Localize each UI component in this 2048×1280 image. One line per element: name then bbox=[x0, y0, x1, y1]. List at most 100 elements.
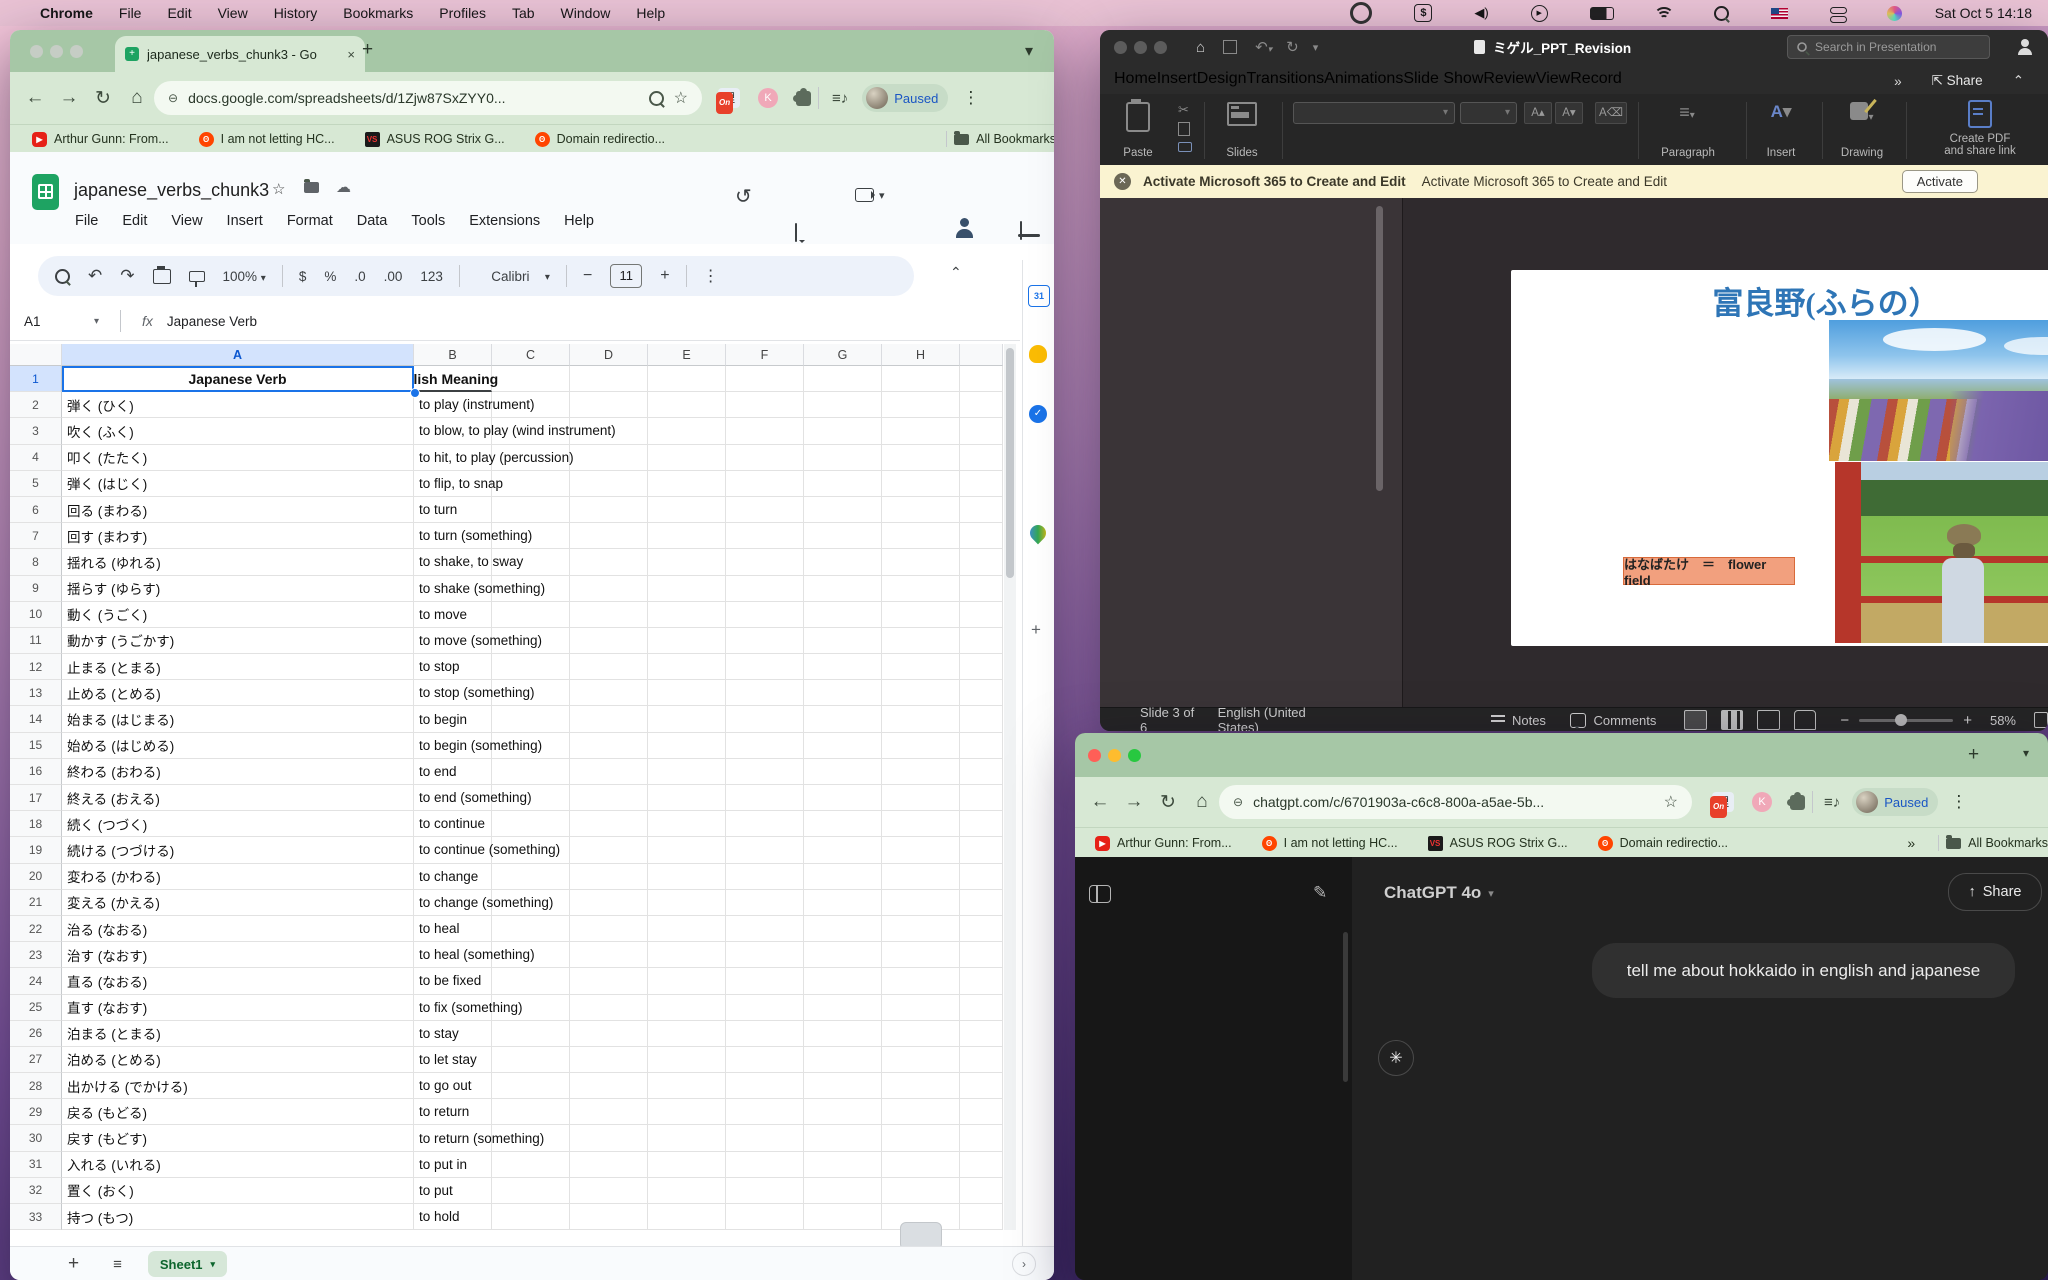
row-header-7[interactable]: 7 bbox=[10, 523, 62, 549]
cell-D18[interactable] bbox=[570, 811, 648, 837]
cell-G32[interactable] bbox=[804, 1178, 882, 1204]
format-currency-button[interactable]: $ bbox=[299, 269, 307, 284]
cell-A22[interactable]: 治る (なおる) bbox=[62, 916, 414, 942]
cell-E20[interactable] bbox=[648, 864, 726, 890]
maps-icon[interactable] bbox=[1027, 522, 1050, 545]
cell-H21[interactable] bbox=[882, 890, 960, 916]
menubar-item-help[interactable]: Help bbox=[636, 5, 665, 21]
cell-partial-16[interactable] bbox=[960, 759, 1003, 785]
fill-handle[interactable] bbox=[410, 388, 420, 398]
cell-H31[interactable] bbox=[882, 1152, 960, 1178]
menubar-item-window[interactable]: Window bbox=[561, 5, 611, 21]
sheet-tab-sheet1[interactable]: Sheet1▾ bbox=[148, 1251, 227, 1277]
ribbon-tab-slide-show[interactable]: Slide Show bbox=[1403, 70, 1483, 88]
cell-partial-12[interactable] bbox=[960, 654, 1003, 680]
cell-B14[interactable]: to begin bbox=[414, 706, 492, 732]
cell-G9[interactable] bbox=[804, 576, 882, 602]
cell-B23[interactable]: to heal (something) bbox=[414, 942, 492, 968]
cell-B3[interactable]: to blow, to play (wind instrument) bbox=[414, 418, 492, 444]
ribbon-tab-transitions[interactable]: Transitions bbox=[1247, 70, 1325, 88]
cell-G28[interactable] bbox=[804, 1073, 882, 1099]
cell-D20[interactable] bbox=[570, 864, 648, 890]
fit-to-window-icon[interactable] bbox=[2034, 712, 2048, 728]
cell-A12[interactable]: 止まる (とまる) bbox=[62, 654, 414, 680]
cell-F33[interactable] bbox=[726, 1204, 804, 1230]
hide-side-panel-chevron[interactable]: › bbox=[1012, 1252, 1036, 1276]
cell-A25[interactable]: 直す (なおす) bbox=[62, 995, 414, 1021]
cell-E13[interactable] bbox=[648, 680, 726, 706]
language-status[interactable]: English (United States) bbox=[1218, 705, 1332, 731]
browser-menu-icon[interactable]: ⋮ bbox=[962, 88, 979, 108]
row-header-20[interactable]: 20 bbox=[10, 864, 62, 890]
forward-button[interactable]: → bbox=[1117, 791, 1151, 813]
menu-extensions[interactable]: Extensions bbox=[460, 210, 549, 232]
tasks-icon[interactable]: ✓ bbox=[1029, 405, 1047, 423]
cell-E31[interactable] bbox=[648, 1152, 726, 1178]
zoom-window-button[interactable] bbox=[70, 45, 83, 58]
zoom-page-icon[interactable] bbox=[649, 91, 664, 106]
row-header-33[interactable]: 33 bbox=[10, 1204, 62, 1230]
cell-D30[interactable] bbox=[570, 1125, 648, 1151]
cell-G3[interactable] bbox=[804, 418, 882, 444]
cell-C20[interactable] bbox=[492, 864, 570, 890]
cell-B30[interactable]: to return (something) bbox=[414, 1125, 492, 1151]
zoom-percent[interactable]: 58% bbox=[1990, 713, 2016, 728]
cell-A15[interactable]: 始める (はじめる) bbox=[62, 733, 414, 759]
tab-close-icon[interactable]: × bbox=[347, 47, 355, 62]
cell-A3[interactable]: 吹く (ふく) bbox=[62, 418, 414, 444]
cell-A4[interactable]: 叩く (たたく) bbox=[62, 445, 414, 471]
cell-H8[interactable] bbox=[882, 549, 960, 575]
cell-E3[interactable] bbox=[648, 418, 726, 444]
cell-F7[interactable] bbox=[726, 523, 804, 549]
cell-A18[interactable]: 続く (つづく) bbox=[62, 811, 414, 837]
cell-C6[interactable] bbox=[492, 497, 570, 523]
comments-icon[interactable] bbox=[795, 223, 797, 242]
cell-A9[interactable]: 揺らす (ゆらす) bbox=[62, 576, 414, 602]
cell-G31[interactable] bbox=[804, 1152, 882, 1178]
cell-E2[interactable] bbox=[648, 392, 726, 418]
toolbar-search-icon[interactable] bbox=[55, 269, 70, 284]
row-header-10[interactable]: 10 bbox=[10, 602, 62, 628]
cell-H25[interactable] bbox=[882, 995, 960, 1021]
print-icon[interactable] bbox=[153, 269, 171, 284]
row-header-31[interactable]: 31 bbox=[10, 1152, 62, 1178]
row-header-5[interactable]: 5 bbox=[10, 471, 62, 497]
cell-A33[interactable]: 持つ (もつ) bbox=[62, 1204, 414, 1230]
cell-G23[interactable] bbox=[804, 942, 882, 968]
cell-B16[interactable]: to end bbox=[414, 759, 492, 785]
cell-B28[interactable]: to go out bbox=[414, 1073, 492, 1099]
cell-H14[interactable] bbox=[882, 706, 960, 732]
cell-D12[interactable] bbox=[570, 654, 648, 680]
extensions-puzzle-icon[interactable] bbox=[1790, 795, 1805, 810]
cell-C26[interactable] bbox=[492, 1021, 570, 1047]
cell-E33[interactable] bbox=[648, 1204, 726, 1230]
cell-F19[interactable] bbox=[726, 837, 804, 863]
cell-G1[interactable] bbox=[804, 366, 882, 392]
cell-E23[interactable] bbox=[648, 942, 726, 968]
cell-G33[interactable] bbox=[804, 1204, 882, 1230]
cell-D14[interactable] bbox=[570, 706, 648, 732]
cell-A5[interactable]: 弾く (はじく) bbox=[62, 471, 414, 497]
row-header-21[interactable]: 21 bbox=[10, 890, 62, 916]
column-header-partial[interactable] bbox=[960, 344, 1003, 366]
cell-E18[interactable] bbox=[648, 811, 726, 837]
cell-C14[interactable] bbox=[492, 706, 570, 732]
cell-B26[interactable]: to stay bbox=[414, 1021, 492, 1047]
zoom-select[interactable]: 100% ▾ bbox=[223, 269, 266, 284]
undo-icon[interactable]: ↶ bbox=[88, 266, 102, 286]
cell-E15[interactable] bbox=[648, 733, 726, 759]
cell-E26[interactable] bbox=[648, 1021, 726, 1047]
cell-F29[interactable] bbox=[726, 1099, 804, 1125]
undo-icon[interactable]: ↶▾ bbox=[1255, 38, 1272, 56]
row-header-17[interactable]: 17 bbox=[10, 785, 62, 811]
close-window-button[interactable] bbox=[30, 45, 43, 58]
cell-H6[interactable] bbox=[882, 497, 960, 523]
cell-partial-22[interactable] bbox=[960, 916, 1003, 942]
decrease-font-size-button[interactable]: − bbox=[583, 267, 592, 285]
cell-A7[interactable]: 回す (まわす) bbox=[62, 523, 414, 549]
cell-partial-3[interactable] bbox=[960, 418, 1003, 444]
star-doc-icon[interactable]: ☆ bbox=[272, 180, 285, 198]
cell-E14[interactable] bbox=[648, 706, 726, 732]
cell-F2[interactable] bbox=[726, 392, 804, 418]
cell-E11[interactable] bbox=[648, 628, 726, 654]
